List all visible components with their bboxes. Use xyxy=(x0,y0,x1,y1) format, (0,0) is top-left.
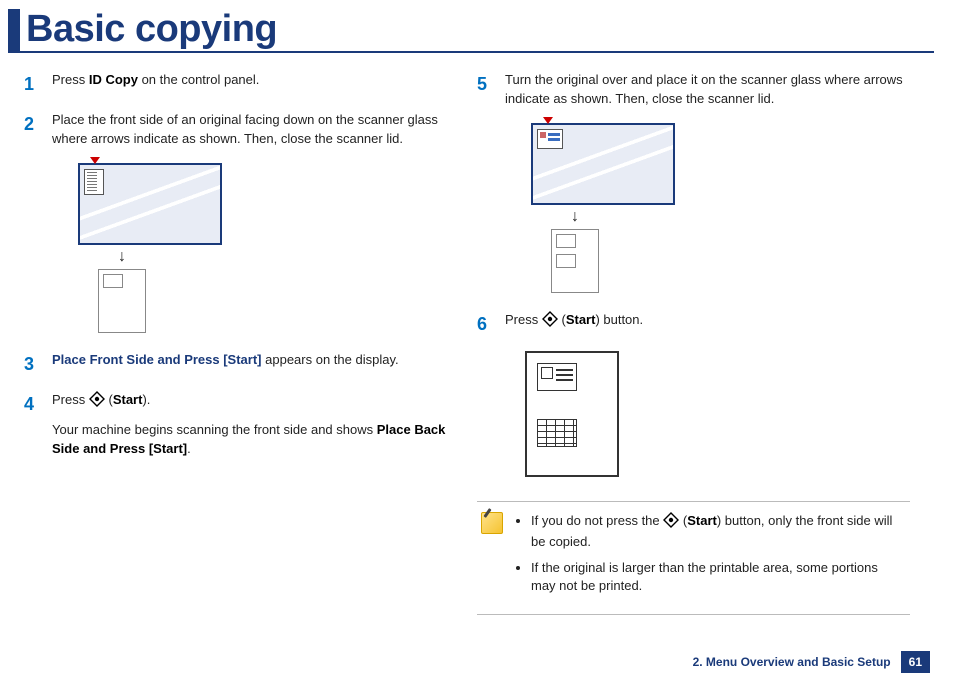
step-text: Turn the original over and place it on t… xyxy=(505,71,910,109)
text: Press xyxy=(505,312,542,327)
arrow-down-icon: ↓ xyxy=(118,249,457,265)
footer-section: 2. Menu Overview and Basic Setup xyxy=(693,655,891,669)
id-card-back-illustration xyxy=(537,129,563,149)
output-page-illustration xyxy=(551,229,599,293)
note-list: If you do not press the (Start) button, … xyxy=(515,512,902,604)
scanner-glass-illustration xyxy=(531,123,675,205)
page-title: Basic copying xyxy=(26,8,277,51)
step-text: Place the front side of an original faci… xyxy=(52,111,457,149)
mini-card-illustration xyxy=(103,274,123,288)
step-text: Press ID Copy on the control panel. xyxy=(52,71,457,97)
id-back-illustration xyxy=(537,419,577,447)
start-diamond-icon xyxy=(89,391,105,413)
title-bar: Basic copying xyxy=(8,8,934,53)
alignment-arrow-icon xyxy=(543,117,553,124)
diagram-front-side: ↓ xyxy=(78,163,457,333)
final-output-illustration xyxy=(525,351,619,477)
text-bold: Start xyxy=(113,392,143,407)
note-item: If the original is larger than the print… xyxy=(531,559,902,595)
id-card-front-illustration xyxy=(84,169,104,195)
step-text: Place Front Side and Press [Start] appea… xyxy=(52,351,457,377)
step-5: 5 Turn the original over and place it on… xyxy=(477,71,910,109)
text: Your machine begins scanning the front s… xyxy=(52,422,377,437)
text: Press xyxy=(52,72,89,87)
note-box: If you do not press the (Start) button, … xyxy=(477,501,910,615)
page-footer: 2. Menu Overview and Basic Setup 61 xyxy=(693,651,930,673)
text: on the control panel. xyxy=(138,72,259,87)
footer-page-number: 61 xyxy=(901,651,930,673)
column-left: 1 Press ID Copy on the control panel. 2 … xyxy=(24,71,477,615)
text: . xyxy=(187,441,191,456)
step-number: 1 xyxy=(24,71,52,97)
start-diamond-icon xyxy=(542,311,558,333)
step-6: 6 Press (Start) button. xyxy=(477,311,910,337)
start-diamond-icon xyxy=(663,512,679,533)
text: If you do not press the xyxy=(531,513,663,528)
step-number: 3 xyxy=(24,351,52,377)
mini-card-illustration xyxy=(556,234,576,248)
id-front-illustration xyxy=(537,363,577,391)
title-accent-block xyxy=(8,9,20,51)
step-4: 4 Press (Start). Your machine begins sca… xyxy=(24,391,457,459)
step-number: 5 xyxy=(477,71,505,109)
text-bold: Start xyxy=(687,513,717,528)
step-2: 2 Place the front side of an original fa… xyxy=(24,111,457,149)
alignment-arrow-icon xyxy=(90,157,100,164)
mini-card-illustration xyxy=(556,254,576,268)
step-text: Press (Start). Your machine begins scann… xyxy=(52,391,457,459)
text-bold-blue: Place Front Side and Press [Start] xyxy=(52,352,262,367)
step-text: Press (Start) button. xyxy=(505,311,910,337)
output-page-illustration xyxy=(98,269,146,333)
diagram-back-side: ↓ xyxy=(531,123,910,293)
text: ) button. xyxy=(595,312,643,327)
step-number: 2 xyxy=(24,111,52,149)
text: appears on the display. xyxy=(262,352,399,367)
step-1: 1 Press ID Copy on the control panel. xyxy=(24,71,457,97)
text: ). xyxy=(142,392,150,407)
column-right: 5 Turn the original over and place it on… xyxy=(477,71,930,615)
text-bold: Start xyxy=(566,312,596,327)
note-pencil-icon xyxy=(481,512,503,534)
step-number: 6 xyxy=(477,311,505,337)
arrow-down-icon: ↓ xyxy=(571,209,910,225)
step-number: 4 xyxy=(24,391,52,459)
text: Press xyxy=(52,392,89,407)
scanner-glass-illustration xyxy=(78,163,222,245)
step-3: 3 Place Front Side and Press [Start] app… xyxy=(24,351,457,377)
content-columns: 1 Press ID Copy on the control panel. 2 … xyxy=(0,71,954,615)
text-bold: ID Copy xyxy=(89,72,138,87)
note-item: If you do not press the (Start) button, … xyxy=(531,512,902,551)
